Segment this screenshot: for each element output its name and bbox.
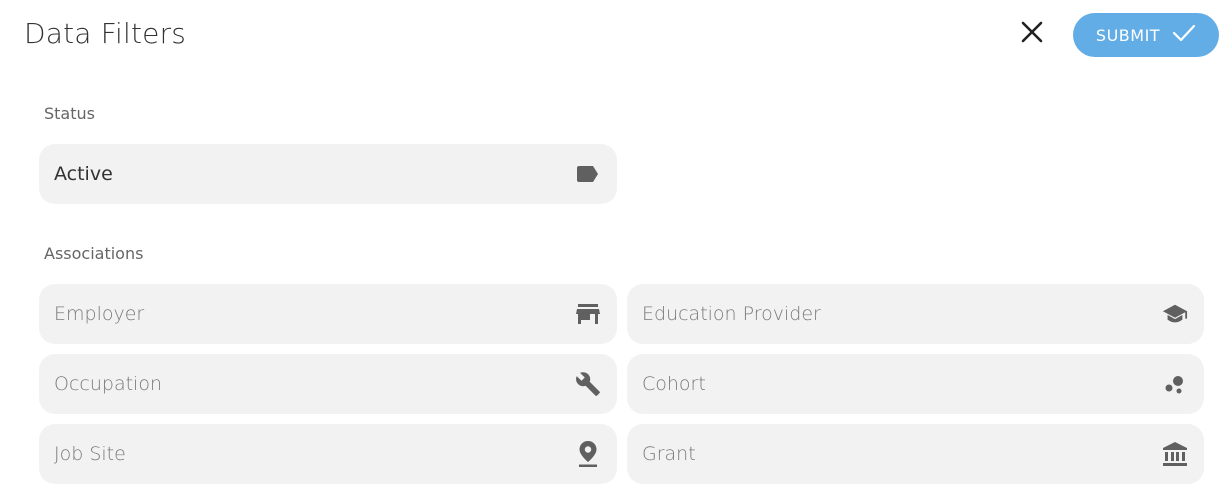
employer-field-placeholder: Employer [54,303,145,325]
cohort-field[interactable]: Cohort [627,354,1204,414]
close-icon [1021,21,1043,47]
job-site-field-placeholder: Job Site [54,443,126,465]
wrench-icon [575,371,601,397]
bubbles-icon [1162,371,1188,397]
cohort-field-placeholder: Cohort [642,373,706,395]
location-pin-icon [575,441,601,467]
submit-label: SUBMIT [1095,25,1161,45]
education-provider-field[interactable]: Education Provider [627,284,1204,344]
close-button[interactable] [1014,16,1050,52]
store-icon [575,301,601,327]
grant-field-placeholder: Grant [642,443,696,465]
page-title: Data Filters [24,17,187,50]
job-site-field[interactable]: Job Site [39,424,617,484]
occupation-field-placeholder: Occupation [54,373,162,395]
education-provider-field-placeholder: Education Provider [642,303,821,325]
status-field-value: Active [54,163,113,185]
bank-icon [1162,441,1188,467]
employer-field[interactable]: Employer [39,284,617,344]
submit-button[interactable]: SUBMIT [1073,13,1219,57]
status-section-label: Status [44,104,95,123]
grant-field[interactable]: Grant [627,424,1204,484]
label-icon [575,161,601,187]
status-field[interactable]: Active [39,144,617,204]
associations-section-label: Associations [44,244,144,263]
check-icon [1172,23,1196,47]
school-icon [1162,301,1188,327]
occupation-field[interactable]: Occupation [39,354,617,414]
